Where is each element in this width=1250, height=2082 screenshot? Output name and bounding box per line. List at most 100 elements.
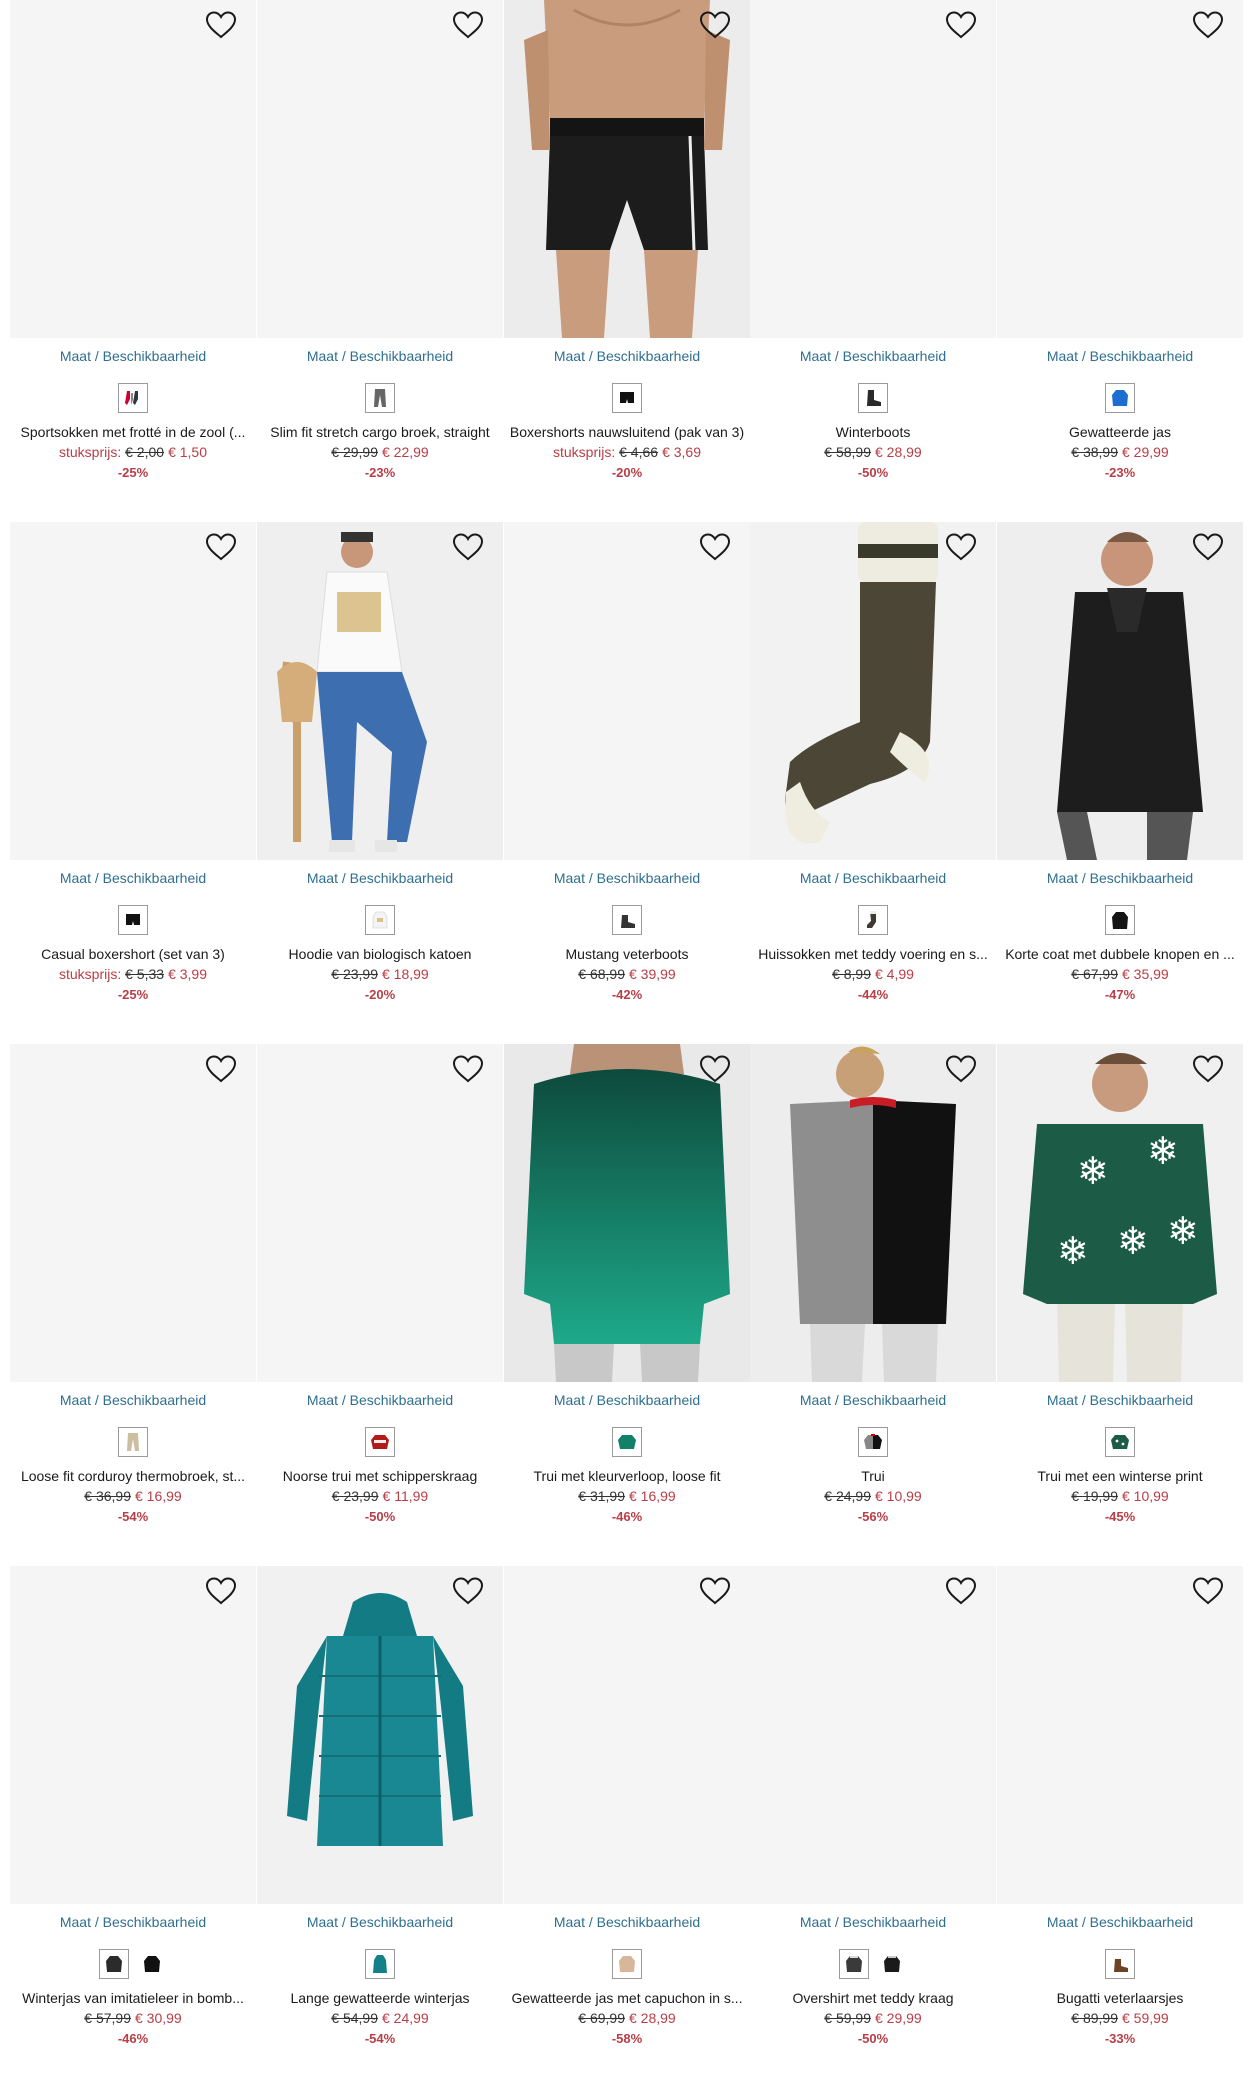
- heart-icon[interactable]: [1191, 1576, 1225, 1606]
- heart-icon[interactable]: [698, 532, 732, 562]
- product-title[interactable]: Boxershorts nauwsluitend (pak van 3): [508, 424, 746, 440]
- product-card[interactable]: Maat / Beschikbaarheid Gewatteerde jas €…: [997, 0, 1243, 520]
- size-availability-link[interactable]: Maat / Beschikbaarheid: [750, 870, 996, 886]
- product-card[interactable]: Maat / Beschikbaarheid Huissokken met te…: [750, 522, 996, 1042]
- color-swatch[interactable]: [365, 905, 395, 935]
- color-swatch[interactable]: [365, 383, 395, 413]
- product-card[interactable]: Maat / Beschikbaarheid Trui € 24,99 € 10,…: [750, 1044, 996, 1564]
- product-title[interactable]: Mustang veterboots: [508, 946, 746, 962]
- color-swatch[interactable]: [858, 905, 888, 935]
- heart-icon[interactable]: [698, 1576, 732, 1606]
- product-title[interactable]: Trui: [754, 1468, 992, 1484]
- heart-icon[interactable]: [451, 532, 485, 562]
- product-title[interactable]: Lange gewatteerde winterjas: [261, 1990, 499, 2006]
- product-image[interactable]: [750, 1566, 996, 1904]
- heart-icon[interactable]: [451, 1576, 485, 1606]
- product-image[interactable]: [504, 1566, 750, 1904]
- product-card[interactable]: Maat / Beschikbaarheid Korte coat met du…: [997, 522, 1243, 1042]
- product-title[interactable]: Noorse trui met schipperskraag: [261, 1468, 499, 1484]
- product-image[interactable]: [257, 0, 503, 338]
- product-title[interactable]: Slim fit stretch cargo broek, straight: [261, 424, 499, 440]
- color-swatch[interactable]: [118, 905, 148, 935]
- color-swatch[interactable]: [839, 1949, 869, 1979]
- product-image[interactable]: [997, 1566, 1243, 1904]
- color-swatch[interactable]: [612, 1949, 642, 1979]
- color-swatch[interactable]: [137, 1949, 167, 1979]
- product-title[interactable]: Loose fit corduroy thermobroek, st...: [14, 1468, 252, 1484]
- color-swatch[interactable]: [612, 383, 642, 413]
- product-image[interactable]: [750, 522, 996, 860]
- product-card[interactable]: Maat / Beschikbaarheid Noorse trui met s…: [257, 1044, 503, 1564]
- size-availability-link[interactable]: Maat / Beschikbaarheid: [10, 1392, 256, 1408]
- product-image[interactable]: [750, 0, 996, 338]
- product-card[interactable]: Maat / Beschikbaarheid Trui met kleurver…: [504, 1044, 750, 1564]
- heart-icon[interactable]: [204, 532, 238, 562]
- size-availability-link[interactable]: Maat / Beschikbaarheid: [10, 348, 256, 364]
- product-image[interactable]: [10, 522, 256, 860]
- color-swatch[interactable]: [877, 1949, 907, 1979]
- color-swatch[interactable]: [1105, 905, 1135, 935]
- product-title[interactable]: Casual boxershort (set van 3): [14, 946, 252, 962]
- product-title[interactable]: Huissokken met teddy voering en s...: [754, 946, 992, 962]
- heart-icon[interactable]: [1191, 532, 1225, 562]
- heart-icon[interactable]: [944, 10, 978, 40]
- size-availability-link[interactable]: Maat / Beschikbaarheid: [750, 348, 996, 364]
- product-card[interactable]: Maat / Beschikbaarheid Lange gewatteerde…: [257, 1566, 503, 2082]
- size-availability-link[interactable]: Maat / Beschikbaarheid: [997, 870, 1243, 886]
- heart-icon[interactable]: [698, 10, 732, 40]
- size-availability-link[interactable]: Maat / Beschikbaarheid: [10, 870, 256, 886]
- product-image[interactable]: [10, 1044, 256, 1382]
- product-card[interactable]: Maat / Beschikbaarheid Hoodie van biolog…: [257, 522, 503, 1042]
- product-image[interactable]: ❄ ❄ ❄ ❄ ❄: [997, 1044, 1243, 1382]
- heart-icon[interactable]: [944, 1054, 978, 1084]
- product-card[interactable]: Maat / Beschikbaarheid Gewatteerde jas m…: [504, 1566, 750, 2082]
- color-swatch[interactable]: [612, 905, 642, 935]
- heart-icon[interactable]: [204, 1576, 238, 1606]
- product-title[interactable]: Trui met kleurverloop, loose fit: [508, 1468, 746, 1484]
- heart-icon[interactable]: [698, 1054, 732, 1084]
- product-title[interactable]: Sportsokken met frotté in de zool (...: [14, 424, 252, 440]
- product-image[interactable]: [750, 1044, 996, 1382]
- product-title[interactable]: Overshirt met teddy kraag: [754, 1990, 992, 2006]
- product-title[interactable]: Bugatti veterlaarsjes: [1001, 1990, 1239, 2006]
- product-card[interactable]: Maat / Beschikbaarheid Loose fit corduro…: [10, 1044, 256, 1564]
- product-image[interactable]: [504, 0, 750, 338]
- color-swatch[interactable]: [858, 383, 888, 413]
- product-card[interactable]: Maat / Beschikbaarheid Slim fit stretch …: [257, 0, 503, 520]
- product-card[interactable]: Maat / Beschikbaarheid Overshirt met ted…: [750, 1566, 996, 2082]
- heart-icon[interactable]: [1191, 10, 1225, 40]
- heart-icon[interactable]: [944, 532, 978, 562]
- size-availability-link[interactable]: Maat / Beschikbaarheid: [504, 1914, 750, 1930]
- heart-icon[interactable]: [451, 10, 485, 40]
- heart-icon[interactable]: [204, 1054, 238, 1084]
- heart-icon[interactable]: [451, 1054, 485, 1084]
- size-availability-link[interactable]: Maat / Beschikbaarheid: [504, 870, 750, 886]
- product-image[interactable]: [10, 1566, 256, 1904]
- color-swatch[interactable]: [118, 1427, 148, 1457]
- product-image[interactable]: [257, 1566, 503, 1904]
- color-swatch[interactable]: [1105, 1949, 1135, 1979]
- product-image[interactable]: [257, 522, 503, 860]
- product-card[interactable]: Maat / Beschikbaarheid Mustang veterboot…: [504, 522, 750, 1042]
- color-swatch[interactable]: [1105, 383, 1135, 413]
- product-image[interactable]: [997, 522, 1243, 860]
- size-availability-link[interactable]: Maat / Beschikbaarheid: [257, 348, 503, 364]
- heart-icon[interactable]: [944, 1576, 978, 1606]
- product-title[interactable]: Gewatteerde jas: [1001, 424, 1239, 440]
- product-card[interactable]: ❄ ❄ ❄ ❄ ❄ Maat / Beschikbaarheid Trui met e…: [997, 1044, 1243, 1564]
- color-swatch[interactable]: [858, 1427, 888, 1457]
- product-title[interactable]: Winterjas van imitatieleer in bomb...: [14, 1990, 252, 2006]
- size-availability-link[interactable]: Maat / Beschikbaarheid: [504, 1392, 750, 1408]
- product-image[interactable]: [504, 1044, 750, 1382]
- size-availability-link[interactable]: Maat / Beschikbaarheid: [750, 1392, 996, 1408]
- size-availability-link[interactable]: Maat / Beschikbaarheid: [997, 1392, 1243, 1408]
- product-image[interactable]: [997, 0, 1243, 338]
- color-swatch[interactable]: [612, 1427, 642, 1457]
- product-image[interactable]: [257, 1044, 503, 1382]
- product-card[interactable]: Maat / Beschikbaarheid Winterjas van imi…: [10, 1566, 256, 2082]
- product-card[interactable]: Maat / Beschikbaarheid Bugatti veterlaar…: [997, 1566, 1243, 2082]
- product-title[interactable]: Hoodie van biologisch katoen: [261, 946, 499, 962]
- color-swatch[interactable]: [118, 383, 148, 413]
- size-availability-link[interactable]: Maat / Beschikbaarheid: [257, 1914, 503, 1930]
- product-title[interactable]: Korte coat met dubbele knopen en ...: [1001, 946, 1239, 962]
